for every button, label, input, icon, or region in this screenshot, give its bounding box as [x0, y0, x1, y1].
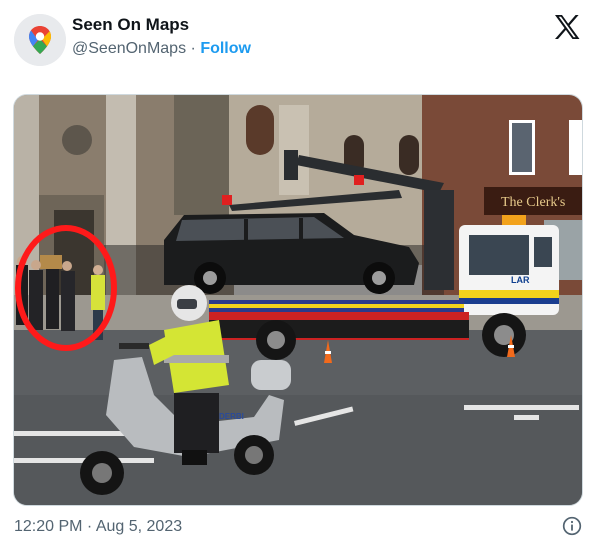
author-handle[interactable]: @SeenOnMaps [72, 40, 186, 57]
shop-sign: The Clerk's [501, 195, 565, 210]
handle-row: @SeenOnMaps · Follow [72, 40, 251, 58]
follow-button[interactable]: Follow [200, 40, 251, 57]
separator-dot: · [190, 40, 196, 57]
avatar[interactable] [14, 14, 66, 66]
timestamp[interactable]: 12:20 PM · Aug 5, 2023 [14, 518, 182, 536]
tweet-header: Seen On Maps @SeenOnMaps · Follow [0, 0, 600, 84]
tweet-photo[interactable]: The Clerk's LAR DERBI [13, 94, 583, 506]
info-icon[interactable] [562, 516, 582, 536]
x-logo-icon[interactable] [554, 15, 580, 39]
google-maps-pin-icon [14, 14, 66, 66]
truck-marking: LAR [511, 275, 530, 285]
tow-truck-hearse-photo: The Clerk's LAR DERBI [14, 95, 582, 505]
tweet-footer: 12:20 PM · Aug 5, 2023 [14, 516, 586, 538]
author-name[interactable]: Seen On Maps [72, 15, 189, 35]
scooter-marking: DERBI [219, 412, 244, 421]
